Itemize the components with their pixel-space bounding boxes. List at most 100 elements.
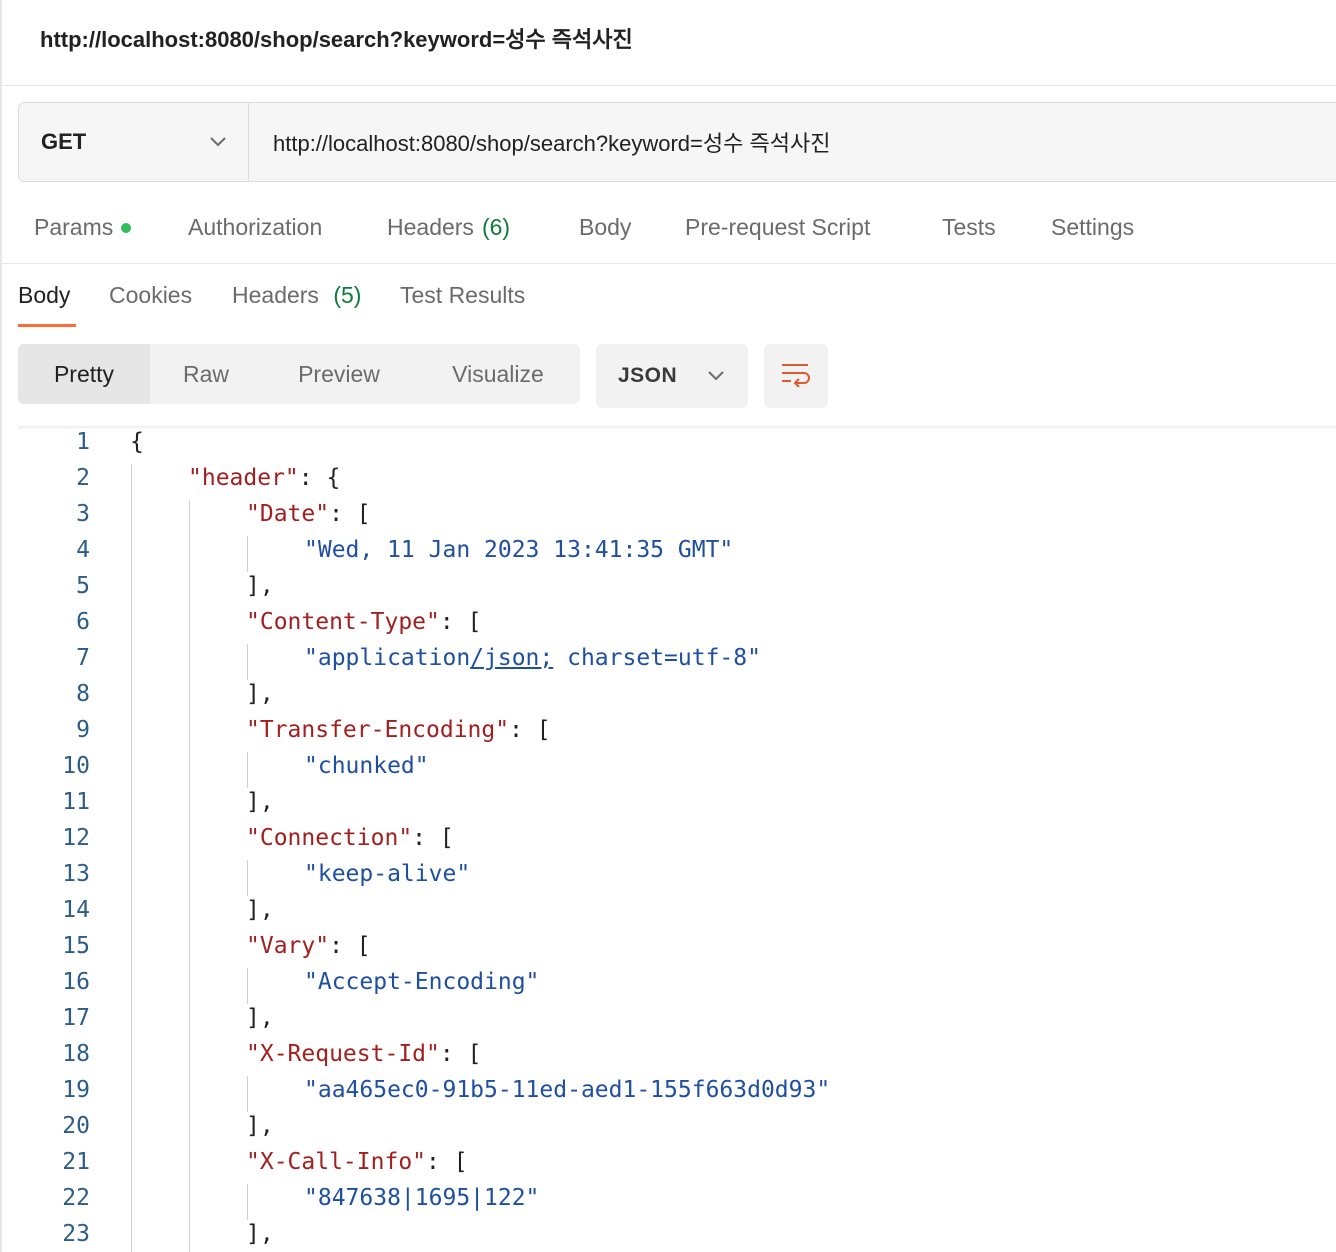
code-text: : [ bbox=[329, 933, 371, 959]
response-tab-body[interactable]: Body bbox=[18, 282, 70, 309]
response-tab-test-results[interactable]: Test Results bbox=[400, 282, 525, 309]
line-number: 3 bbox=[76, 501, 90, 527]
code-line: 3 "Date": [ bbox=[0, 496, 1336, 532]
code-line: 7 "application/json; charset=utf-8" bbox=[0, 640, 1336, 676]
json-string: "847638|1695|122" bbox=[304, 1185, 540, 1211]
code-line: 17 ], bbox=[0, 1000, 1336, 1036]
wrap-lines-icon bbox=[780, 361, 812, 392]
request-tab-title[interactable]: http://localhost:8080/shop/search?keywor… bbox=[40, 22, 633, 54]
tab-settings[interactable]: Settings bbox=[1051, 214, 1134, 241]
tab-label: Body bbox=[579, 214, 632, 240]
code-text: : [ bbox=[509, 717, 551, 743]
line-number: 9 bbox=[76, 717, 90, 743]
format-label: JSON bbox=[618, 364, 678, 387]
method-label: GET bbox=[41, 129, 87, 154]
json-string: "application bbox=[304, 645, 471, 671]
tab-body[interactable]: Body bbox=[579, 214, 631, 241]
view-mode-group: Pretty Raw Preview Visualize bbox=[18, 344, 580, 404]
code-line: 9 "Transfer-Encoding": [ bbox=[0, 712, 1336, 748]
code-line: 16 "Accept-Encoding" bbox=[0, 964, 1336, 1000]
view-preview-button[interactable]: Preview bbox=[262, 344, 416, 404]
code-line: 19 "aa465ec0-91b5-11ed-aed1-155f663d0d93… bbox=[0, 1072, 1336, 1108]
tab-label: Pre-request Script bbox=[685, 214, 871, 240]
line-number: 16 bbox=[62, 969, 90, 995]
tab-authorization[interactable]: Authorization bbox=[188, 214, 322, 241]
code-line: 18 "X-Request-Id": [ bbox=[0, 1036, 1336, 1072]
tab-headers[interactable]: Headers (6) bbox=[387, 214, 510, 241]
response-body-editor[interactable]: 1 { 2 "header": { 3 "Date": [ 4 "Wed, 11… bbox=[0, 424, 1336, 1252]
code-line: 11 ], bbox=[0, 784, 1336, 820]
line-number: 22 bbox=[62, 1185, 90, 1211]
code-text: ], bbox=[246, 789, 274, 815]
response-tab-cookies[interactable]: Cookies bbox=[109, 282, 192, 309]
line-number: 20 bbox=[62, 1113, 90, 1139]
tab-label: Tests bbox=[942, 214, 996, 240]
active-tab-underline bbox=[18, 324, 76, 327]
code-text: ], bbox=[246, 1221, 274, 1247]
code-line: 6 "Content-Type": [ bbox=[0, 604, 1336, 640]
code-text: : [ bbox=[412, 825, 454, 851]
code-line: 20 ], bbox=[0, 1108, 1336, 1144]
line-number: 13 bbox=[62, 861, 90, 887]
view-visualize-button[interactable]: Visualize bbox=[416, 344, 580, 404]
code-line: 22 "847638|1695|122" bbox=[0, 1180, 1336, 1216]
tab-title-bar: http://localhost:8080/shop/search?keywor… bbox=[0, 0, 1336, 86]
code-line: 23 ], bbox=[0, 1216, 1336, 1252]
request-tabs: Params Authorization Headers (6) Body Pr… bbox=[0, 200, 1336, 264]
view-pretty-button[interactable]: Pretty bbox=[18, 344, 150, 404]
chevron-down-icon bbox=[208, 132, 228, 152]
tab-count: (5) bbox=[333, 282, 362, 308]
code-text: : [ bbox=[426, 1149, 468, 1175]
tab-tests[interactable]: Tests bbox=[942, 214, 996, 241]
code-text: ], bbox=[246, 897, 274, 923]
line-number: 12 bbox=[62, 825, 90, 851]
line-number: 7 bbox=[76, 645, 90, 671]
json-link[interactable]: /json; bbox=[470, 645, 553, 671]
code-text: : [ bbox=[439, 609, 482, 635]
code-text: ], bbox=[246, 681, 274, 707]
json-key: "Date" bbox=[246, 501, 330, 527]
line-number: 1 bbox=[76, 429, 90, 455]
code-line: 5 ], bbox=[0, 568, 1336, 604]
json-key: "header" bbox=[188, 465, 299, 491]
line-number: 2 bbox=[76, 465, 90, 491]
line-number: 10 bbox=[62, 753, 90, 779]
code-text: { bbox=[130, 429, 144, 455]
tab-label: Authorization bbox=[188, 214, 323, 240]
code-text: : [ bbox=[439, 1041, 482, 1067]
response-tabs: Body Cookies Headers (5) Test Results bbox=[0, 266, 1336, 330]
json-string: "Wed, 11 Jan 2023 13:41:35 GMT" bbox=[304, 537, 734, 563]
format-select[interactable]: JSON bbox=[596, 344, 748, 408]
wrap-lines-button[interactable] bbox=[764, 344, 828, 408]
json-key: "Vary" bbox=[246, 933, 330, 959]
json-string: charset=utf-8" bbox=[553, 645, 761, 671]
view-raw-button[interactable]: Raw bbox=[150, 344, 262, 404]
json-key: "X-Request-Id" bbox=[246, 1041, 440, 1067]
chevron-down-icon bbox=[706, 366, 726, 386]
method-select[interactable]: GET bbox=[19, 103, 249, 181]
tab-label: Headers bbox=[387, 214, 474, 240]
code-line: 10 "chunked" bbox=[0, 748, 1336, 784]
line-number: 5 bbox=[76, 573, 90, 599]
code-line: 14 ], bbox=[0, 892, 1336, 928]
line-number: 17 bbox=[62, 1005, 90, 1031]
json-key: "Content-Type" bbox=[246, 609, 440, 635]
json-string: "Accept-Encoding" bbox=[304, 969, 540, 995]
tab-label: Settings bbox=[1051, 214, 1135, 240]
url-input[interactable]: http://localhost:8080/shop/search?keywor… bbox=[249, 103, 1336, 181]
code-line: 2 "header": { bbox=[0, 460, 1336, 496]
tab-label: Params bbox=[34, 214, 114, 240]
tab-pre-request-script[interactable]: Pre-request Script bbox=[685, 214, 870, 241]
line-number: 8 bbox=[76, 681, 90, 707]
code-line: 12 "Connection": [ bbox=[0, 820, 1336, 856]
tab-params[interactable]: Params bbox=[34, 214, 132, 241]
line-number: 6 bbox=[76, 609, 90, 635]
code-text: : { bbox=[298, 465, 341, 491]
url-text: http://localhost:8080/shop/search?keywor… bbox=[273, 131, 831, 156]
json-key: "Connection" bbox=[246, 825, 413, 851]
response-tab-headers[interactable]: Headers (5) bbox=[232, 282, 361, 309]
code-line: 15 "Vary": [ bbox=[0, 928, 1336, 964]
code-line: 13 "keep-alive" bbox=[0, 856, 1336, 892]
line-number: 19 bbox=[62, 1077, 90, 1103]
json-string: "aa465ec0-91b5-11ed-aed1-155f663d0d93" bbox=[304, 1077, 831, 1103]
